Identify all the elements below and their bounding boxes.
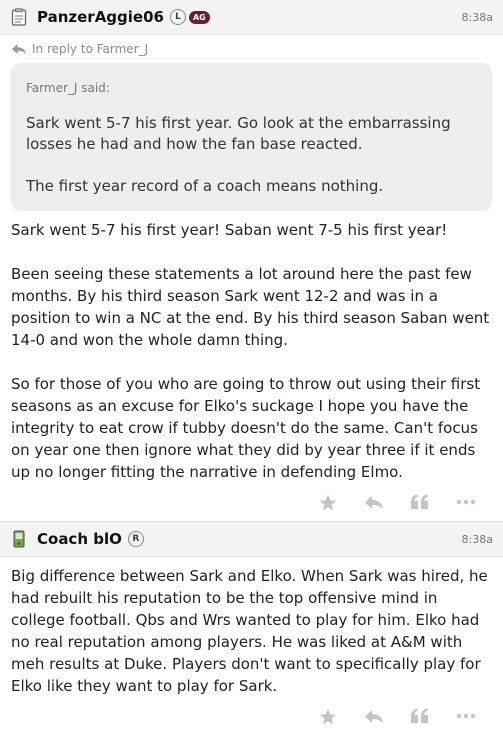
quote-author[interactable]: Farmer_J said: <box>26 81 476 95</box>
star-icon[interactable] <box>305 708 351 725</box>
notepad-icon <box>10 8 28 26</box>
quote-paragraph: The first year record of a coach means n… <box>26 177 384 195</box>
reply-icon[interactable] <box>351 495 397 510</box>
quote-paragraph: Sark went 5-7 his first year. Go look at… <box>26 114 451 153</box>
post-body: Sark went 5-7 his first year! Saban went… <box>0 211 503 483</box>
post-paragraph: Sark went 5-7 his first year! Saban went… <box>11 221 448 239</box>
quote-icon[interactable] <box>397 708 443 724</box>
post-2: Coach blO R 8:38a Big difference between… <box>0 521 503 735</box>
more-icon[interactable] <box>443 713 489 719</box>
post-actions <box>0 697 503 735</box>
badge-l: L <box>169 9 186 25</box>
quote-block: Farmer_J said: Sark went 5-7 his first y… <box>11 63 492 211</box>
quote-icon[interactable] <box>397 494 443 510</box>
reply-to-text: In reply to Farmer_J <box>32 42 149 56</box>
post-paragraph: Been seeing these statements a lot aroun… <box>11 265 490 349</box>
reply-to-link[interactable]: In reply to Farmer_J <box>0 35 503 63</box>
star-icon[interactable] <box>305 494 351 511</box>
post-header: Coach blO R 8:38a <box>0 521 503 557</box>
more-icon[interactable] <box>443 499 489 505</box>
reply-icon[interactable] <box>351 709 397 724</box>
post-time: 8:38a <box>461 10 493 24</box>
badge-r: R <box>127 531 144 547</box>
badge-ag: AG <box>188 10 210 24</box>
post-time: 8:38a <box>461 532 493 546</box>
quote-body: Sark went 5-7 his first year. Go look at… <box>26 113 476 197</box>
post-paragraph: So for those of you who are going to thr… <box>11 375 481 481</box>
reply-arrow-icon <box>12 44 26 54</box>
post-header: PanzerAggie06 L AG 8:38a <box>0 0 503 35</box>
phone-icon <box>10 530 28 548</box>
post-1: PanzerAggie06 L AG 8:38a In reply to Far… <box>0 0 503 521</box>
username[interactable]: Coach blO <box>37 530 122 548</box>
post-body: Big difference between Sark and Elko. Wh… <box>0 557 503 697</box>
post-actions <box>0 483 503 521</box>
username[interactable]: PanzerAggie06 <box>37 8 164 26</box>
post-paragraph: Big difference between Sark and Elko. Wh… <box>11 567 488 695</box>
